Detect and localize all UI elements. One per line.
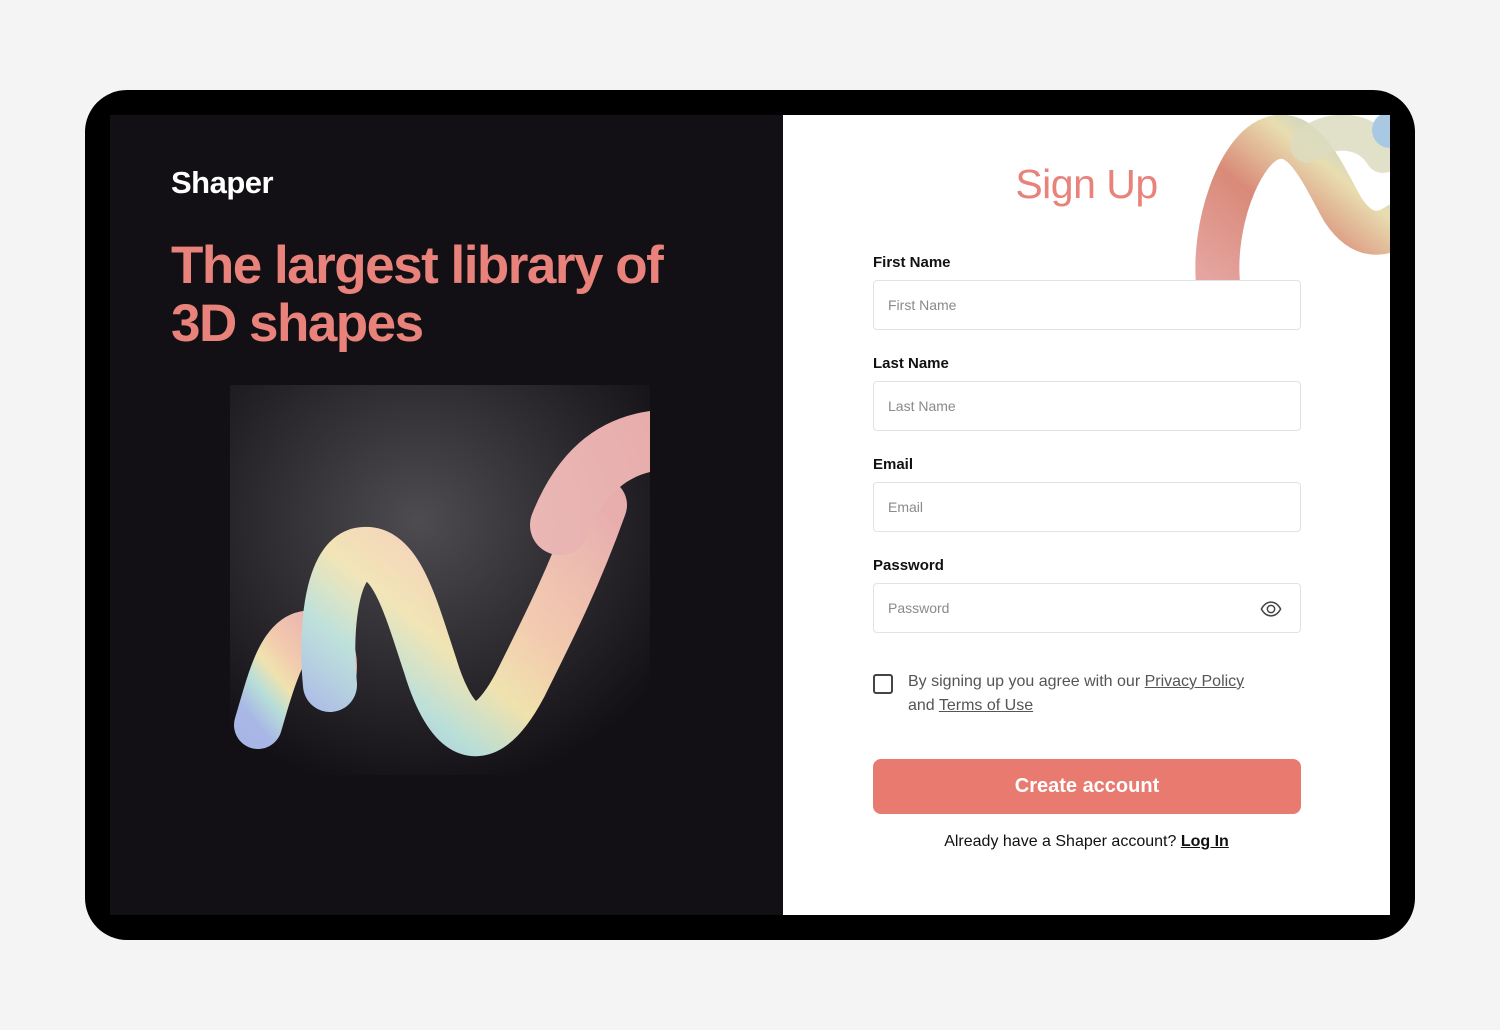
login-prompt-text: Already have a Shaper account? — [944, 833, 1181, 850]
hero-headline: The largest library of 3D shapes — [171, 237, 731, 353]
password-wrapper — [873, 583, 1301, 633]
login-link[interactable]: Log In — [1181, 833, 1229, 850]
first-name-group: First Name — [873, 254, 1301, 330]
password-group: Password — [873, 557, 1301, 633]
last-name-field[interactable] — [874, 382, 1300, 430]
terms-text-before: By signing up you agree with our — [908, 673, 1145, 690]
create-account-button[interactable]: Create account — [873, 759, 1301, 814]
last-name-wrapper — [873, 381, 1301, 431]
promo-panel: Shaper The largest library of 3D shapes — [110, 115, 783, 915]
terms-checkbox[interactable] — [873, 674, 893, 694]
privacy-policy-link[interactable]: Privacy Policy — [1145, 673, 1245, 690]
first-name-label: First Name — [873, 254, 951, 271]
email-field[interactable] — [874, 483, 1300, 531]
password-label: Password — [873, 557, 944, 574]
brand-logo: Shaper — [171, 165, 274, 200]
hero-headline-line-1: The largest library of — [171, 236, 664, 295]
hero-headline-line-2: 3D shapes — [171, 294, 424, 353]
email-wrapper — [873, 482, 1301, 532]
screen: Shaper The largest library of 3D shapes — [110, 115, 1390, 915]
last-name-group: Last Name — [873, 355, 1301, 431]
terms-of-use-link[interactable]: Terms of Use — [939, 697, 1033, 714]
hero-3d-shape-illustration — [230, 385, 650, 775]
login-prompt: Already have a Shaper account? Log In — [783, 833, 1390, 851]
password-field[interactable] — [874, 584, 1300, 632]
terms-agreement: By signing up you agree with our Privacy… — [873, 673, 1273, 718]
last-name-label: Last Name — [873, 355, 949, 372]
first-name-field[interactable] — [874, 281, 1300, 329]
terms-text-middle: and — [908, 697, 939, 714]
first-name-wrapper — [873, 280, 1301, 330]
device-frame: Shaper The largest library of 3D shapes — [85, 90, 1415, 940]
terms-text: By signing up you agree with our Privacy… — [908, 670, 1244, 718]
email-label: Email — [873, 456, 914, 473]
signup-title: Sign Up — [1015, 161, 1158, 207]
email-group: Email — [873, 456, 1301, 532]
eye-icon[interactable] — [1260, 599, 1282, 619]
signup-panel: Sign Up First Name Last Name Email — [783, 115, 1390, 915]
